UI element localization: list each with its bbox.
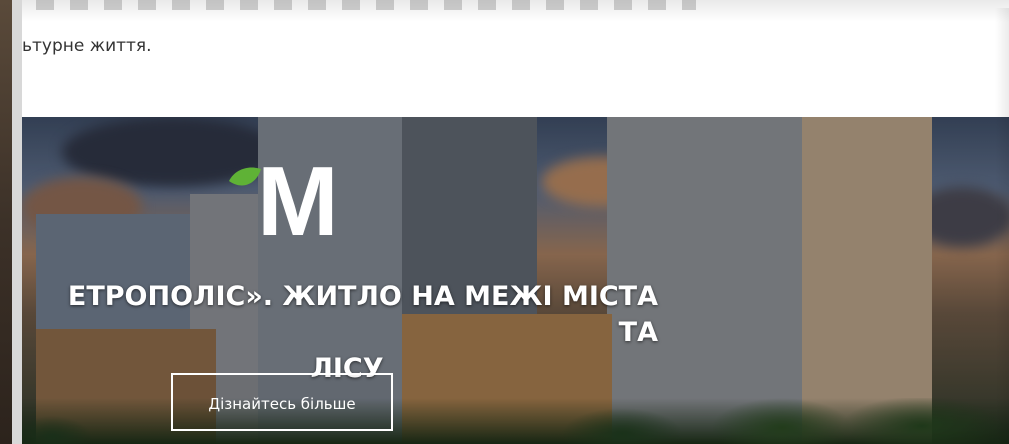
page-edge-shadow	[995, 8, 1009, 444]
learn-more-button[interactable]: Дізнайтесь більше	[171, 373, 393, 431]
hero-title: ЕТРОПОЛІС». ЖИТЛО НА МЕЖІ МІСТА ТА ЛІСУ	[22, 279, 672, 387]
hero-title-line1: ЕТРОПОЛІС». ЖИТЛО НА МЕЖІ МІСТА ТА	[67, 281, 658, 348]
cut-off-text-line	[36, 0, 696, 10]
web-page: ьтурне життя. M ЕТРОПОЛІС». ЖИТЛО НА МЕЖ…	[22, 0, 1009, 444]
intro-paragraph: ьтурне життя.	[22, 36, 152, 56]
metropolis-logo: M	[229, 151, 339, 241]
window-gap	[12, 0, 22, 444]
hero-banner: M ЕТРОПОЛІС». ЖИТЛО НА МЕЖІ МІСТА ТА ЛІС…	[22, 117, 1009, 444]
background-window-edge	[0, 0, 12, 444]
logo-letter: M	[257, 151, 339, 241]
